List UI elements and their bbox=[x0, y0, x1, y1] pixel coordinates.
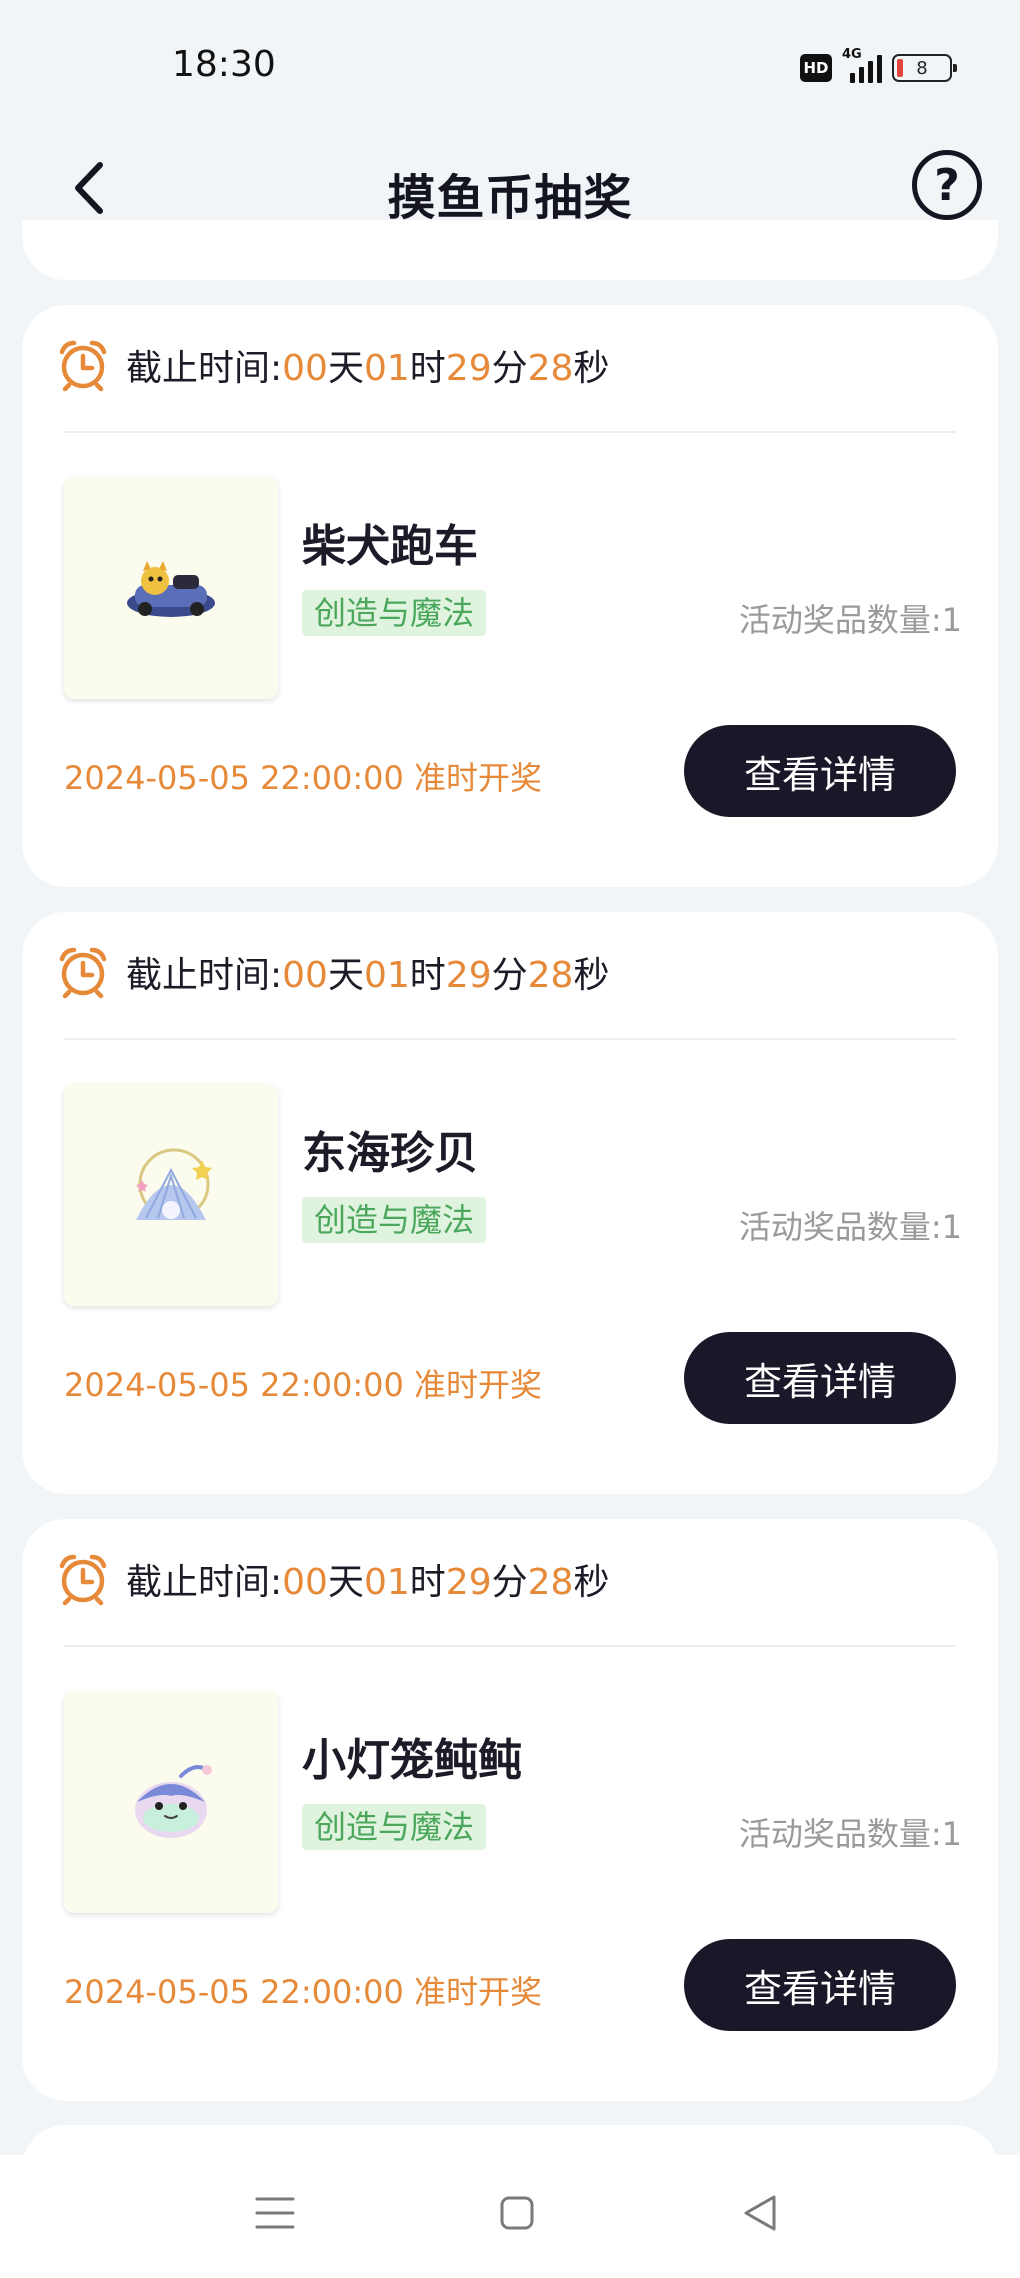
prize-name: 东海珍贝 bbox=[302, 1128, 478, 1179]
card-divider bbox=[64, 431, 956, 433]
shiba-car-icon bbox=[127, 561, 215, 617]
deadline-label: 截止时间: bbox=[126, 955, 283, 996]
deadline-label: 截止时间: bbox=[126, 348, 283, 389]
deadline-countdown: 截止时间: 00 天 01 时 29 分 28 秒 bbox=[126, 339, 609, 391]
countdown-days: 00 bbox=[282, 1562, 328, 1603]
status-icons: HD 4G 8 bbox=[800, 47, 957, 86]
countdown-minutes: 29 bbox=[445, 1562, 492, 1603]
view-details-button[interactable]: 查看详情 bbox=[684, 1939, 956, 2031]
draw-time: 2024-05-05 22:00:00 准时开奖 bbox=[64, 759, 543, 797]
countdown-days: 00 bbox=[282, 348, 328, 389]
battery-icon: 8 bbox=[892, 54, 957, 82]
deadline-label: 截止时间: bbox=[126, 1562, 283, 1603]
battery-level: 8 bbox=[916, 57, 928, 79]
hours-unit: 时 bbox=[409, 348, 446, 389]
seconds-unit: 秒 bbox=[573, 1562, 610, 1603]
countdown-seconds: 28 bbox=[527, 955, 574, 996]
card-partial-top bbox=[22, 220, 998, 280]
days-unit: 天 bbox=[327, 955, 364, 996]
home-square-icon bbox=[500, 2196, 534, 2230]
prize-name: 小灯笼鲀鲀 bbox=[302, 1735, 522, 1786]
countdown-hours: 01 bbox=[363, 348, 410, 389]
days-unit: 天 bbox=[327, 1562, 364, 1603]
pearl-shell-icon bbox=[136, 1148, 212, 1220]
home-button[interactable] bbox=[487, 2183, 547, 2243]
system-back-button[interactable] bbox=[730, 2183, 790, 2243]
deadline-row: 截止时间: 00 天 01 时 29 分 28 秒 bbox=[56, 335, 609, 395]
alarm-clock-icon bbox=[59, 340, 107, 392]
seconds-unit: 秒 bbox=[573, 348, 610, 389]
network-type: 4G bbox=[842, 47, 862, 62]
question-circle-icon: ? bbox=[934, 159, 960, 211]
countdown-days: 00 bbox=[282, 955, 328, 996]
seconds-unit: 秒 bbox=[573, 955, 610, 996]
countdown-minutes: 29 bbox=[445, 348, 492, 389]
prize-card: 截止时间: 00 天 01 时 29 分 28 秒 bbox=[22, 305, 998, 887]
countdown-hours: 01 bbox=[363, 955, 410, 996]
lantern-puffer-icon bbox=[135, 1765, 212, 1838]
view-details-button[interactable]: 查看详情 bbox=[684, 1332, 956, 1424]
prize-image[interactable] bbox=[64, 1691, 278, 1913]
card-divider bbox=[64, 1645, 956, 1647]
deadline-row: 截止时间: 00 天 01 时 29 分 28 秒 bbox=[56, 1549, 609, 1609]
prize-count: 活动奖品数量:1 bbox=[738, 1208, 962, 1246]
page-title: 摸鱼币抽奖 bbox=[387, 170, 633, 226]
alarm-clock-icon bbox=[59, 1554, 107, 1606]
hours-unit: 时 bbox=[409, 1562, 446, 1603]
prize-count: 活动奖品数量:1 bbox=[738, 601, 962, 639]
deadline-countdown: 截止时间: 00 天 01 时 29 分 28 秒 bbox=[126, 1553, 609, 1605]
status-bar: 18:30 HD 4G 8 bbox=[0, 0, 1020, 130]
view-details-button[interactable]: 查看详情 bbox=[684, 725, 956, 817]
category-tag: 创造与魔法 bbox=[302, 590, 487, 636]
hd-icon: HD bbox=[800, 54, 832, 82]
prize-name: 柴犬跑车 bbox=[302, 521, 478, 572]
help-button[interactable]: ? bbox=[912, 150, 982, 220]
category-tag: 创造与魔法 bbox=[302, 1197, 487, 1243]
draw-time: 2024-05-05 22:00:00 准时开奖 bbox=[64, 1366, 543, 1404]
countdown-minutes: 29 bbox=[445, 955, 492, 996]
minutes-unit: 分 bbox=[491, 1562, 528, 1603]
prize-count: 活动奖品数量:1 bbox=[738, 1815, 962, 1853]
card-divider bbox=[64, 1038, 956, 1040]
system-nav-bar bbox=[0, 2155, 1020, 2278]
hours-unit: 时 bbox=[409, 955, 446, 996]
countdown-seconds: 28 bbox=[527, 1562, 574, 1603]
deadline-countdown: 截止时间: 00 天 01 时 29 分 28 秒 bbox=[126, 946, 609, 998]
minutes-unit: 分 bbox=[491, 348, 528, 389]
prize-card: 截止时间: 00 天 01 时 29 分 28 秒 bbox=[22, 1519, 998, 2101]
deadline-row: 截止时间: 00 天 01 时 29 分 28 秒 bbox=[56, 942, 609, 1002]
draw-time: 2024-05-05 22:00:00 准时开奖 bbox=[64, 1973, 543, 2011]
countdown-hours: 01 bbox=[363, 1562, 410, 1603]
prize-image[interactable] bbox=[64, 1084, 278, 1306]
prize-image[interactable] bbox=[64, 477, 278, 699]
prize-card: 截止时间: 00 天 01 时 29 分 28 秒 东海珍贝 创造与魔法 活动奖… bbox=[22, 912, 998, 1494]
countdown-seconds: 28 bbox=[527, 348, 574, 389]
category-tag: 创造与魔法 bbox=[302, 1804, 487, 1850]
back-triangle-icon bbox=[744, 2195, 776, 2231]
alarm-clock-icon bbox=[59, 947, 107, 999]
minutes-unit: 分 bbox=[491, 955, 528, 996]
status-time: 18:30 bbox=[172, 44, 276, 85]
days-unit: 天 bbox=[327, 348, 364, 389]
menu-button[interactable] bbox=[245, 2183, 305, 2243]
menu-icon bbox=[255, 2197, 295, 2229]
signal-icon: 4G bbox=[842, 47, 882, 83]
